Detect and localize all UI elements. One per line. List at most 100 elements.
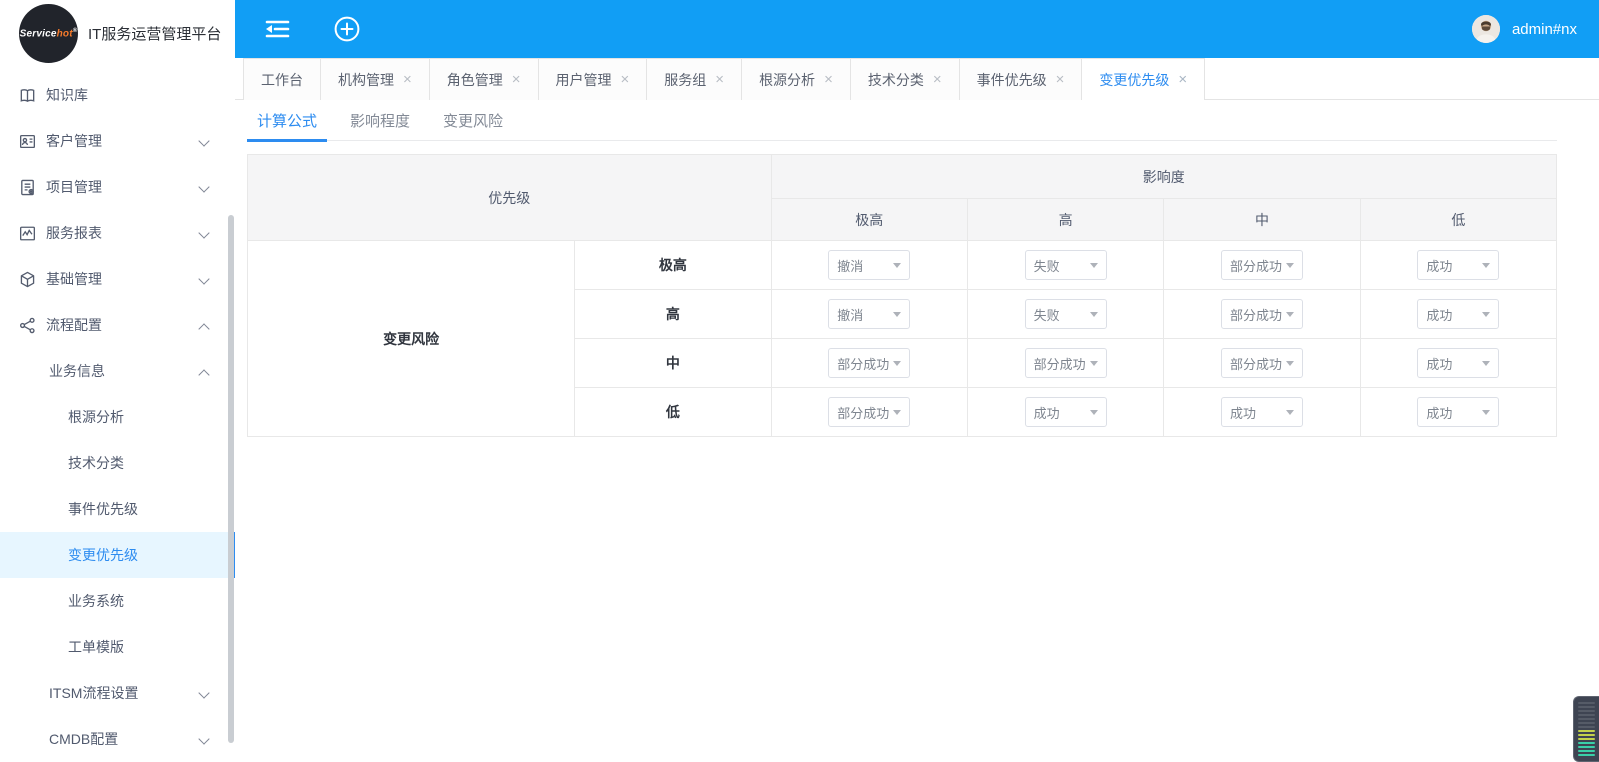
result-select[interactable]: 部分成功 xyxy=(1220,299,1303,329)
sidebar-item-root-cause-analysis[interactable]: 根源分析 xyxy=(0,394,235,440)
caret-down-icon xyxy=(1482,360,1491,366)
select-value: 成功 xyxy=(1033,405,1060,421)
tab-role-mgmt[interactable]: 角色管理 × xyxy=(428,58,538,100)
caret-down-icon xyxy=(1482,409,1491,415)
tab-label: 根源分析 xyxy=(759,71,816,88)
sidebar-item-label: 流程配置 xyxy=(46,317,102,333)
tab-close-icon[interactable]: × xyxy=(403,72,412,87)
caret-down-icon xyxy=(1285,409,1294,415)
tab-root-cause[interactable]: 根源分析 × xyxy=(741,58,850,100)
subtab-impact-degree[interactable]: 影响程度 xyxy=(340,100,420,141)
tab-label: 工作台 xyxy=(261,71,303,88)
tab-user-mgmt[interactable]: 用户管理 × xyxy=(537,58,647,100)
tab-label: 机构管理 xyxy=(338,71,394,88)
tab-close-icon[interactable]: × xyxy=(512,72,521,87)
sidebar-item-label: ITSM流程设置 xyxy=(49,685,139,701)
result-select[interactable]: 部分成功 xyxy=(828,348,911,378)
result-select[interactable]: 失败 xyxy=(1024,299,1107,329)
tab-close-icon[interactable]: × xyxy=(1178,72,1187,87)
result-select[interactable]: 成功 xyxy=(1024,397,1107,427)
sidebar-item-incident-priority[interactable]: 事件优先级 xyxy=(0,486,235,532)
tab-workbench[interactable]: 工作台 xyxy=(243,58,320,100)
subtab-calculation-formula[interactable]: 计算公式 xyxy=(247,100,328,142)
activity-meter-widget xyxy=(1573,696,1599,762)
result-select[interactable]: 成功 xyxy=(1417,250,1500,280)
result-select[interactable]: 成功 xyxy=(1220,397,1303,427)
caret-down-icon xyxy=(893,311,902,317)
sidebar-item-itsm-process-settings[interactable]: ITSM流程设置 xyxy=(0,670,235,716)
sidebar-item-label: 业务信息 xyxy=(49,363,105,379)
sidebar-item-knowledge-base[interactable]: 知识库 xyxy=(0,72,235,118)
report-chart-icon xyxy=(18,224,37,243)
tab-change-priority[interactable]: 变更优先级 × xyxy=(1081,58,1206,101)
subtab-label: 影响程度 xyxy=(350,113,411,130)
tab-tech-category[interactable]: 技术分类 × xyxy=(849,58,959,100)
change-risk-header-cell: 变更风险 xyxy=(246,240,576,437)
chevron-up-icon xyxy=(200,367,209,376)
select-value: 撤消 xyxy=(837,307,864,323)
subtab-change-risk[interactable]: 变更风险 xyxy=(433,100,513,141)
result-select[interactable]: 撤消 xyxy=(828,250,911,280)
brand: Servicehot® IT服务运营管理平台 xyxy=(0,0,235,64)
tab-service-group[interactable]: 服务组 × xyxy=(646,58,742,100)
sidebar-item-ticket-template[interactable]: 工单模版 xyxy=(0,624,235,670)
sidebar-item-customer-mgmt[interactable]: 客户管理 xyxy=(0,118,235,164)
priority-matrix-table: 优先级 影响度 极高 高 中 低 变更风险 极高 撤消 失败 部分成功 成功 高… xyxy=(246,154,1558,437)
tab-label: 角色管理 xyxy=(446,71,503,88)
result-select[interactable]: 成功 xyxy=(1417,348,1500,378)
table-row: 变更风险 极高 撤消 失败 部分成功 成功 xyxy=(246,240,1558,437)
user-name: admin#nx xyxy=(1511,20,1577,38)
tab-close-icon[interactable]: × xyxy=(824,72,833,87)
result-select[interactable]: 失败 xyxy=(1024,250,1107,280)
result-select[interactable]: 部分成功 xyxy=(1220,250,1303,280)
sidebar-item-project-mgmt[interactable]: 项目管理 xyxy=(0,164,235,210)
result-select[interactable]: 成功 xyxy=(1417,299,1500,329)
select-value: 成功 xyxy=(1426,307,1453,323)
sidebar-item-label: 服务报表 xyxy=(46,225,102,241)
caret-down-icon xyxy=(1089,262,1098,268)
tab-label: 变更优先级 xyxy=(1099,71,1170,88)
sidebar-item-tech-category[interactable]: 技术分类 xyxy=(0,440,235,486)
share-nodes-icon xyxy=(18,316,37,335)
tab-org-mgmt[interactable]: 机构管理 × xyxy=(320,58,429,100)
sidebar-scrollbar[interactable] xyxy=(228,215,234,743)
result-select[interactable]: 部分成功 xyxy=(1024,348,1107,378)
select-value: 部分成功 xyxy=(1229,356,1282,372)
subtab-label: 变更风险 xyxy=(443,113,504,130)
collapse-sidebar-button[interactable] xyxy=(262,18,292,40)
project-doc-icon xyxy=(18,178,37,197)
sidebar-item-label: 工单模版 xyxy=(68,639,124,655)
user-menu[interactable]: admin#nx xyxy=(1471,15,1577,43)
sidebar-item-basic-mgmt[interactable]: 基础管理 xyxy=(0,256,235,302)
sidebar-item-business-system[interactable]: 业务系统 xyxy=(0,578,235,624)
result-select[interactable]: 部分成功 xyxy=(1220,348,1303,378)
sidebar-item-service-reports[interactable]: 服务报表 xyxy=(0,210,235,256)
add-circle-button[interactable] xyxy=(334,16,360,42)
tab-close-icon[interactable]: × xyxy=(933,72,942,87)
tab-incident-priority[interactable]: 事件优先级 × xyxy=(958,58,1082,100)
tab-label: 用户管理 xyxy=(555,71,612,88)
caret-down-icon xyxy=(1285,311,1294,317)
customer-card-icon xyxy=(18,132,37,151)
sidebar-item-label: 基础管理 xyxy=(46,271,102,287)
impact-level-header: 中 xyxy=(1163,198,1361,241)
priority-header-cell: 优先级 xyxy=(247,154,772,241)
sidebar-item-label: 项目管理 xyxy=(46,179,102,195)
sidebar-item-process-config[interactable]: 流程配置 xyxy=(0,302,235,348)
select-value: 成功 xyxy=(1229,405,1256,421)
tab-close-icon[interactable]: × xyxy=(621,72,630,87)
select-value: 失败 xyxy=(1033,258,1060,274)
sidebar-item-label: 业务系统 xyxy=(68,593,124,609)
result-select[interactable]: 撤消 xyxy=(828,299,911,329)
cube-icon xyxy=(18,270,37,289)
sidebar-item-label: 根源分析 xyxy=(68,409,124,425)
tab-bar: 工作台 机构管理 × 角色管理 × 用户管理 × 服务组 × 根源分析 × 技术… xyxy=(235,58,1599,101)
impact-level-header: 高 xyxy=(966,198,1165,241)
result-select[interactable]: 部分成功 xyxy=(828,397,911,427)
result-select[interactable]: 成功 xyxy=(1417,397,1500,427)
sidebar-item-cmdb-config[interactable]: CMDB配置 xyxy=(0,716,235,762)
sidebar-item-business-info[interactable]: 业务信息 xyxy=(0,348,235,394)
sidebar-item-change-priority[interactable]: 变更优先级 xyxy=(0,532,235,578)
tab-close-icon[interactable]: × xyxy=(715,72,724,87)
tab-close-icon[interactable]: × xyxy=(1056,72,1065,87)
